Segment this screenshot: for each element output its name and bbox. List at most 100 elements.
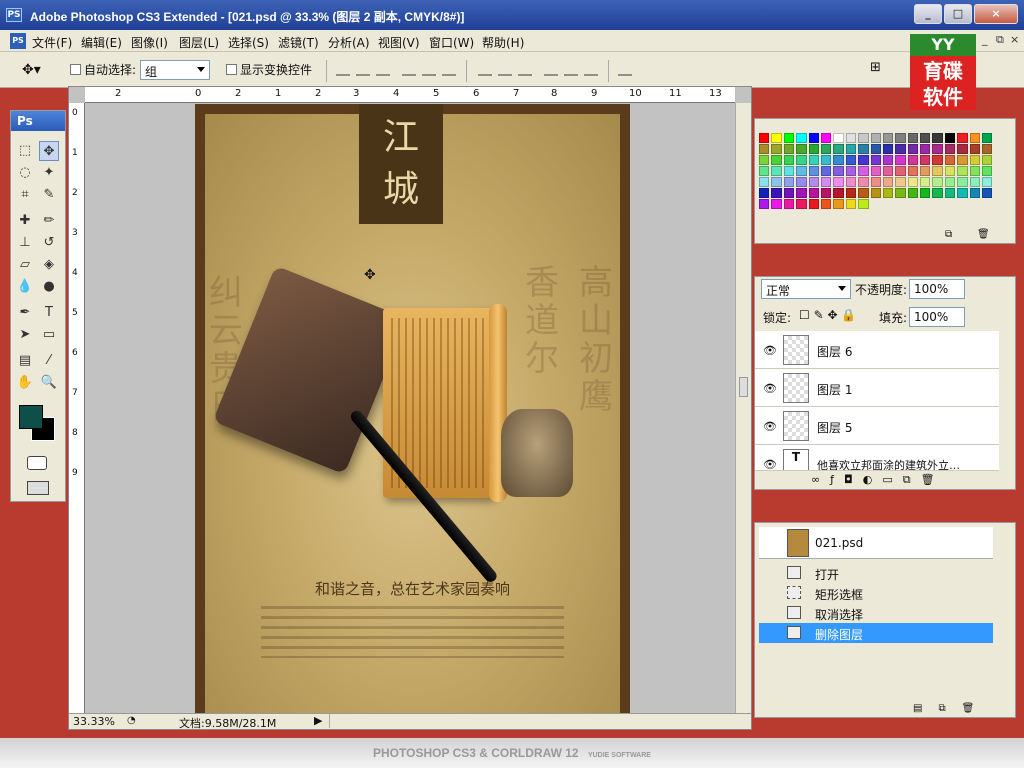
doc-minimize-button[interactable]: _ bbox=[982, 33, 988, 46]
status-menu-icon[interactable]: ◔ bbox=[127, 715, 136, 726]
vertical-scrollbar[interactable] bbox=[735, 103, 751, 713]
menu-image[interactable]: 图像(I) bbox=[131, 34, 168, 51]
auto-select-checkbox[interactable] bbox=[70, 64, 81, 75]
color-swatch[interactable] bbox=[895, 177, 906, 187]
color-swatch[interactable] bbox=[796, 133, 807, 143]
color-swatch[interactable] bbox=[858, 155, 869, 165]
eye-icon[interactable]: 👁 bbox=[763, 458, 777, 470]
color-swatch[interactable] bbox=[808, 177, 819, 187]
color-swatch[interactable] bbox=[808, 144, 819, 154]
color-swatch[interactable] bbox=[870, 144, 881, 154]
history-step[interactable]: 矩形选框 bbox=[759, 583, 993, 603]
layer-actions-icons[interactable]: ∞ƒ◘◐▭⧉🗑 bbox=[811, 473, 945, 487]
color-swatch[interactable] bbox=[957, 177, 968, 187]
layer-row[interactable]: 👁 图层 5 bbox=[755, 407, 999, 445]
color-swatch[interactable] bbox=[771, 133, 782, 143]
color-swatch[interactable] bbox=[771, 177, 782, 187]
color-swatch[interactable] bbox=[982, 166, 993, 176]
color-swatch[interactable] bbox=[820, 155, 832, 165]
eraser-tool-icon[interactable]: ▱ bbox=[15, 255, 35, 275]
color-swatch[interactable] bbox=[932, 166, 943, 176]
color-swatch[interactable] bbox=[932, 188, 943, 198]
menu-filter[interactable]: 滤镜(T) bbox=[278, 34, 319, 51]
color-swatch[interactable] bbox=[759, 133, 770, 143]
poster-artwork[interactable]: 纠云贵日 香道尔 高山初鹰 和谐之音，总在艺术家园奏响 江 城 bbox=[195, 104, 630, 713]
color-swatch[interactable] bbox=[882, 177, 894, 187]
layer-row[interactable]: 👁 T 他喜欢立邦面涂的建筑外立… bbox=[755, 445, 999, 471]
color-swatch[interactable] bbox=[870, 166, 881, 176]
color-swatch[interactable] bbox=[833, 166, 844, 176]
color-swatch[interactable] bbox=[783, 144, 795, 154]
history-actions-icons[interactable]: ▤⧉🗑 bbox=[913, 703, 990, 714]
menu-help[interactable]: 帮助(H) bbox=[482, 34, 524, 51]
color-swatch[interactable] bbox=[771, 155, 782, 165]
color-swatch[interactable] bbox=[783, 199, 795, 209]
restore-button[interactable]: □ bbox=[944, 4, 972, 24]
opacity-field[interactable]: 100% bbox=[909, 279, 965, 299]
color-swatch[interactable] bbox=[944, 166, 956, 176]
color-swatch[interactable] bbox=[969, 144, 981, 154]
canvas-area[interactable]: 纠云贵日 香道尔 高山初鹰 和谐之音，总在艺术家园奏响 江 城 ✥ bbox=[86, 104, 737, 713]
color-swatch[interactable] bbox=[845, 133, 857, 143]
hand-tool-icon[interactable]: ✋ bbox=[15, 373, 35, 393]
color-swatch[interactable] bbox=[895, 133, 906, 143]
show-transform-checkbox[interactable] bbox=[226, 64, 237, 75]
distribute-bottom-icon[interactable] bbox=[518, 62, 532, 76]
color-swatch[interactable] bbox=[808, 188, 819, 198]
color-swatch[interactable] bbox=[969, 177, 981, 187]
distribute-hcenter-icon[interactable] bbox=[564, 62, 578, 76]
color-swatch[interactable] bbox=[845, 177, 857, 187]
color-swatch[interactable] bbox=[982, 144, 993, 154]
color-swatch[interactable] bbox=[907, 166, 919, 176]
color-swatch[interactable] bbox=[833, 144, 844, 154]
color-swatch[interactable] bbox=[783, 133, 795, 143]
healing-brush-tool-icon[interactable]: ✚ bbox=[15, 211, 35, 231]
color-swatch[interactable] bbox=[845, 199, 857, 209]
auto-select-dropdown[interactable]: 组 bbox=[140, 60, 210, 80]
auto-align-icon[interactable] bbox=[618, 62, 632, 76]
status-arrow-icon[interactable]: ▶ bbox=[314, 714, 322, 727]
color-swatch[interactable] bbox=[957, 144, 968, 154]
color-swatch[interactable] bbox=[759, 166, 770, 176]
color-swatch[interactable] bbox=[858, 199, 869, 209]
color-swatch[interactable] bbox=[858, 144, 869, 154]
history-brush-tool-icon[interactable]: ↺ bbox=[39, 233, 59, 253]
move-tool-icon[interactable]: ✥ bbox=[39, 141, 59, 161]
scroll-thumb[interactable] bbox=[739, 377, 748, 397]
color-swatch[interactable] bbox=[895, 188, 906, 198]
align-left-icon[interactable] bbox=[402, 62, 416, 76]
color-swatch[interactable] bbox=[944, 133, 956, 143]
color-swatch[interactable] bbox=[833, 133, 844, 143]
color-swatch[interactable] bbox=[808, 155, 819, 165]
color-swatch[interactable] bbox=[920, 188, 931, 198]
menu-file[interactable]: 文件(F) bbox=[32, 34, 72, 51]
swatch-grid[interactable] bbox=[759, 133, 993, 209]
blend-mode-dropdown[interactable]: 正常 bbox=[761, 279, 851, 299]
color-swatch[interactable] bbox=[833, 188, 844, 198]
color-swatch[interactable] bbox=[882, 188, 894, 198]
align-right-icon[interactable] bbox=[442, 62, 456, 76]
color-swatch[interactable] bbox=[895, 144, 906, 154]
color-swatch[interactable] bbox=[969, 188, 981, 198]
color-swatch[interactable] bbox=[944, 188, 956, 198]
color-swatch[interactable] bbox=[969, 133, 981, 143]
color-swatch[interactable] bbox=[895, 166, 906, 176]
color-swatch[interactable] bbox=[944, 144, 956, 154]
color-swatch[interactable] bbox=[944, 155, 956, 165]
notes-tool-icon[interactable]: ▤ bbox=[15, 351, 35, 371]
color-swatch[interactable] bbox=[957, 188, 968, 198]
doc-restore-button[interactable]: ⧉ bbox=[996, 33, 1004, 47]
color-swatch[interactable] bbox=[845, 188, 857, 198]
eyedropper-tool-icon[interactable]: ⁄ bbox=[39, 351, 59, 371]
fill-field[interactable]: 100% bbox=[909, 307, 965, 327]
shape-tool-icon[interactable]: ▭ bbox=[39, 325, 59, 345]
blur-tool-icon[interactable]: 💧 bbox=[15, 277, 35, 297]
color-swatch[interactable] bbox=[771, 199, 782, 209]
color-swatch[interactable] bbox=[920, 177, 931, 187]
distribute-v-buttons[interactable] bbox=[478, 62, 538, 78]
minimize-button[interactable]: _ bbox=[914, 4, 942, 24]
color-swatch[interactable] bbox=[907, 144, 919, 154]
color-swatch[interactable] bbox=[932, 133, 943, 143]
color-swatch[interactable] bbox=[969, 166, 981, 176]
color-swatch[interactable] bbox=[932, 155, 943, 165]
